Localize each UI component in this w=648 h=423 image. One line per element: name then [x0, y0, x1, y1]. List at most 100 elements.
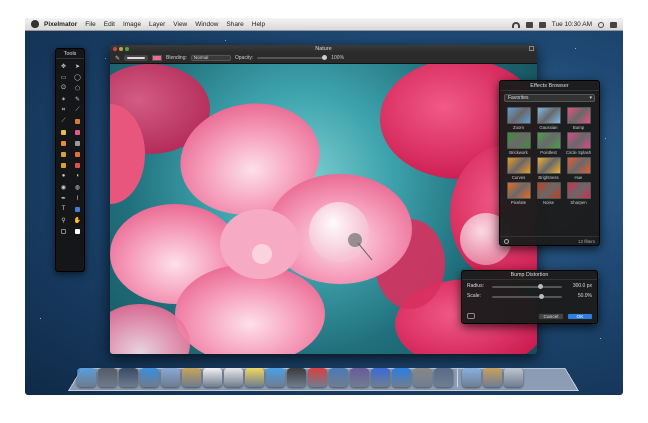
- effect-thumbnail[interactable]: [536, 132, 561, 149]
- effect-item[interactable]: Sharpen: [565, 182, 592, 205]
- finder-icon[interactable]: [77, 368, 96, 387]
- menu-image[interactable]: Image: [123, 21, 141, 28]
- effect-thumbnail[interactable]: [566, 157, 591, 174]
- facetime-icon[interactable]: [287, 368, 306, 387]
- quick-select-icon[interactable]: ✎: [71, 94, 84, 104]
- freeform-pen-icon[interactable]: ⌇: [71, 193, 84, 203]
- effect-thumbnail[interactable]: [506, 132, 531, 149]
- sharpen-tool-icon[interactable]: [71, 160, 84, 170]
- messages-icon[interactable]: [266, 368, 285, 387]
- effect-thumbnail[interactable]: [506, 182, 531, 199]
- effect-item[interactable]: Bump: [565, 107, 592, 130]
- menu-app-name[interactable]: Pixelmator: [44, 21, 77, 28]
- menu-edit[interactable]: Edit: [104, 21, 115, 28]
- effect-item[interactable]: Zoom: [505, 107, 532, 130]
- clone-stamp-icon[interactable]: [57, 149, 70, 159]
- blur-icon[interactable]: [57, 160, 70, 170]
- effect-item[interactable]: Noise: [535, 182, 562, 205]
- mission-control-icon[interactable]: [119, 368, 138, 387]
- close-button[interactable]: [113, 47, 117, 51]
- radius-slider[interactable]: [492, 284, 562, 289]
- eyedropper-icon[interactable]: ⟋: [57, 116, 70, 126]
- type-icon[interactable]: T: [57, 204, 70, 214]
- opacity-slider[interactable]: [257, 55, 328, 60]
- reminders-icon[interactable]: [224, 368, 243, 387]
- paint-bucket-icon[interactable]: [57, 138, 70, 148]
- effect-item[interactable]: Circle Splash: [565, 132, 592, 155]
- radius-value[interactable]: 300.0 px: [573, 283, 592, 289]
- brush-preset-picker[interactable]: [124, 55, 149, 61]
- mail-icon[interactable]: [161, 368, 180, 387]
- apple-icon[interactable]: [31, 20, 39, 28]
- pen-icon[interactable]: ✒: [57, 193, 70, 203]
- move-tool-icon[interactable]: ✥: [57, 61, 70, 71]
- app-store-icon[interactable]: [392, 368, 411, 387]
- pixelmator-icon[interactable]: [434, 368, 453, 387]
- sponge-icon[interactable]: ●: [57, 171, 70, 181]
- foreground-color-swatch[interactable]: [57, 226, 70, 236]
- scale-slider-knob[interactable]: [538, 294, 544, 299]
- dodge-icon[interactable]: ◖: [71, 171, 84, 181]
- slice-icon[interactable]: ⟋: [71, 105, 84, 115]
- polygon-lasso-icon[interactable]: ⬠: [71, 83, 84, 93]
- reset-icon[interactable]: [467, 313, 475, 319]
- radius-slider-knob[interactable]: [537, 284, 543, 289]
- effect-thumbnail[interactable]: [566, 107, 591, 124]
- wifi-icon[interactable]: [511, 21, 520, 28]
- zoom-icon[interactable]: ⚲: [57, 215, 70, 225]
- notification-center-icon[interactable]: [610, 21, 617, 28]
- trash-icon[interactable]: [504, 368, 523, 387]
- imovie-icon[interactable]: [350, 368, 369, 387]
- effect-thumbnail[interactable]: [536, 157, 561, 174]
- background-color-swatch[interactable]: [71, 226, 84, 236]
- effect-item[interactable]: Gaussian: [535, 107, 562, 130]
- gradient-icon[interactable]: [71, 138, 84, 148]
- search-icon[interactable]: [504, 239, 509, 244]
- menu-file[interactable]: File: [85, 21, 95, 28]
- effect-item[interactable]: Pointlest: [535, 132, 562, 155]
- effect-item[interactable]: Curves: [505, 157, 532, 180]
- safari-icon[interactable]: [140, 368, 159, 387]
- crop-icon[interactable]: ⌗: [57, 105, 70, 115]
- brush-color-swatch[interactable]: [152, 55, 163, 61]
- launchpad-icon[interactable]: [98, 368, 117, 387]
- heal-icon[interactable]: [71, 149, 84, 159]
- effect-item[interactable]: Brightness: [535, 157, 562, 180]
- burn-icon[interactable]: ◉: [57, 182, 70, 192]
- spotlight-search-icon[interactable]: [598, 21, 604, 28]
- ellipse-select-icon[interactable]: ◯: [71, 72, 84, 82]
- photo-booth-icon[interactable]: [308, 368, 327, 387]
- folder-icon[interactable]: [462, 368, 481, 387]
- effects-category-select[interactable]: Favorites: [504, 94, 595, 102]
- menu-window[interactable]: Window: [195, 21, 218, 28]
- opacity-value[interactable]: 100%: [331, 55, 344, 61]
- menu-layer[interactable]: Layer: [149, 21, 165, 28]
- red-eye-icon[interactable]: ◍: [71, 182, 84, 192]
- scale-slider[interactable]: [492, 294, 562, 299]
- eraser-icon[interactable]: [71, 127, 84, 137]
- volume-icon[interactable]: [525, 21, 533, 28]
- effect-thumbnail[interactable]: [566, 132, 591, 149]
- blending-select[interactable]: Normal: [190, 55, 231, 61]
- menu-view[interactable]: View: [173, 21, 187, 28]
- pencil-icon[interactable]: [57, 127, 70, 137]
- effect-thumbnail[interactable]: [506, 157, 531, 174]
- calendar-icon[interactable]: [203, 368, 222, 387]
- zoom-button[interactable]: [125, 47, 129, 51]
- arrow-tool-icon[interactable]: ➤: [71, 61, 84, 71]
- shape-icon[interactable]: [71, 204, 84, 214]
- scale-value[interactable]: 50.0%: [578, 293, 592, 299]
- contacts-icon[interactable]: [182, 368, 201, 387]
- documents-icon[interactable]: [483, 368, 502, 387]
- itunes-icon[interactable]: [371, 368, 390, 387]
- hand-icon[interactable]: ✋: [71, 215, 84, 225]
- battery-icon[interactable]: [538, 21, 546, 28]
- window-titlebar[interactable]: Nature: [110, 45, 537, 53]
- effect-thumbnail[interactable]: [536, 182, 561, 199]
- effect-thumbnail[interactable]: [506, 107, 531, 124]
- ok-button[interactable]: OK: [567, 313, 593, 320]
- cancel-button[interactable]: Cancel: [538, 313, 564, 320]
- effect-item[interactable]: Hue: [565, 157, 592, 180]
- lasso-icon[interactable]: ʘ: [57, 83, 70, 93]
- rect-select-icon[interactable]: ▭: [57, 72, 70, 82]
